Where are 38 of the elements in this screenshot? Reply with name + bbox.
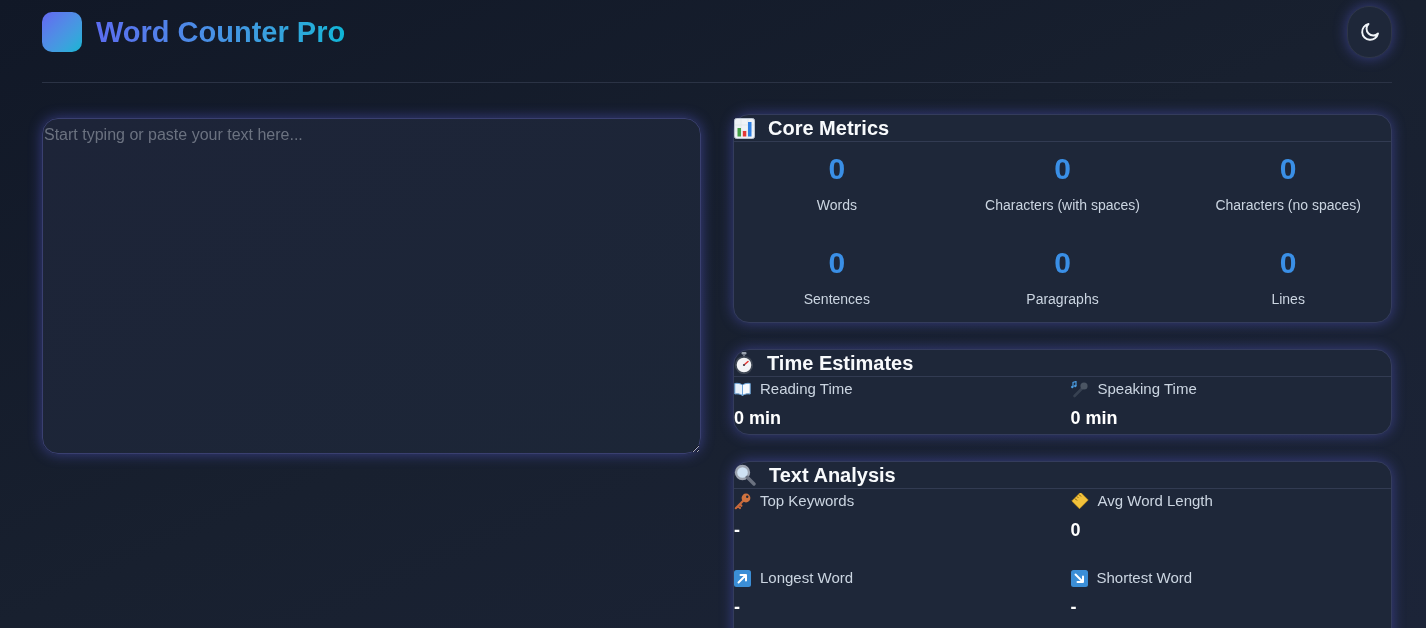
- stat-value: 0 min: [734, 407, 781, 430]
- card-title: Core Metrics: [768, 116, 890, 141]
- microphone-icon: [1070, 380, 1089, 398]
- metric-value: 0: [1054, 245, 1071, 281]
- search-icon: [734, 464, 756, 486]
- theme-toggle-button[interactable]: [1347, 6, 1392, 58]
- metric-value: 0: [1054, 151, 1071, 187]
- metric-value: 0: [828, 245, 846, 281]
- stat-label: Shortest Word: [1096, 568, 1193, 588]
- stat-label: Reading Time: [760, 379, 853, 399]
- stat-label: Avg Word Length: [1097, 491, 1213, 511]
- card-title: Text Analysis: [769, 463, 896, 488]
- card-title: Time Estimates: [767, 351, 914, 376]
- moon-icon: [1358, 21, 1381, 43]
- book-icon: [734, 382, 751, 396]
- metric-label: Lines: [1271, 290, 1305, 309]
- stat-value: -: [1070, 596, 1077, 619]
- bar-chart-icon: [734, 117, 755, 139]
- stat-label: Top Keywords: [760, 491, 855, 511]
- text-input-field[interactable]: Start typing or paste your text here...: [42, 118, 701, 454]
- metric-value: 0: [1279, 151, 1297, 187]
- stat-value: 0 min: [1070, 407, 1118, 430]
- metric-label: Sentences: [803, 290, 870, 309]
- metric-label: Characters (no spaces): [1215, 196, 1361, 215]
- stat-label: Longest Word: [760, 568, 854, 588]
- ruler-icon: [1070, 493, 1089, 509]
- metric-label: Words: [816, 196, 857, 215]
- metric-value: 0: [828, 151, 846, 187]
- arrow-up-right-icon: [734, 569, 751, 587]
- arrow-down-right-icon: [1070, 569, 1088, 587]
- stat-value: -: [734, 519, 740, 542]
- metric-label: Characters (with spaces): [985, 196, 1140, 215]
- logo-icon: [42, 12, 82, 52]
- stat-value: -: [734, 596, 740, 619]
- stat-label: Speaking Time: [1097, 379, 1197, 399]
- metric-label: Paragraphs: [1026, 290, 1099, 309]
- stat-value: 0: [1070, 519, 1081, 542]
- metric-value: 0: [1279, 245, 1297, 281]
